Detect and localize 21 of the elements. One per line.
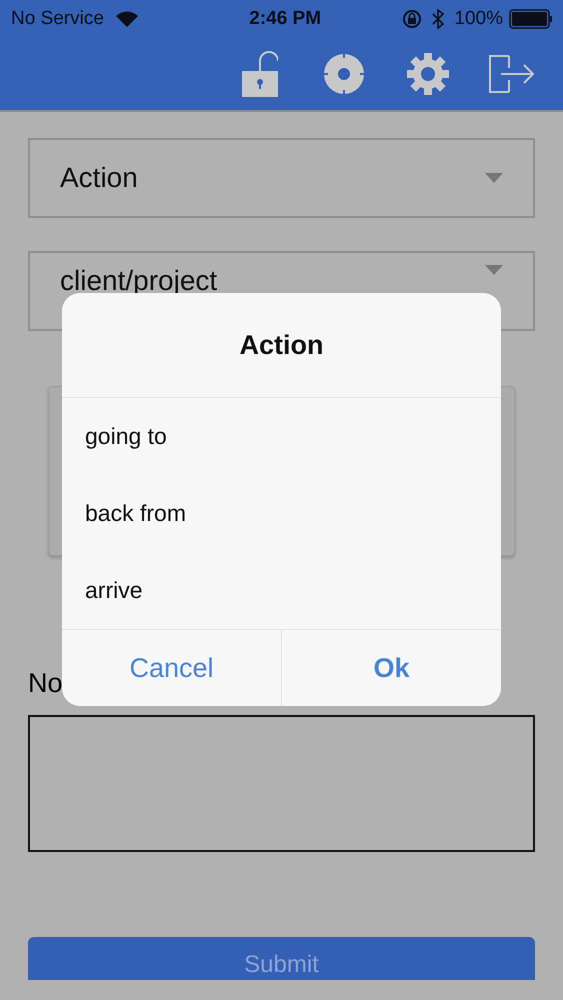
notes-label: No [28, 668, 63, 699]
dropdown-caret-icon [485, 173, 503, 183]
action-option[interactable]: back from [62, 475, 501, 552]
action-option[interactable]: arrive [62, 552, 501, 629]
clock-text: 2:46 PM [248, 8, 322, 30]
ok-button[interactable]: Ok [281, 630, 501, 706]
unlock-icon [242, 50, 278, 96]
action-option[interactable]: going to [62, 398, 501, 475]
carrier-text: No Service [11, 8, 104, 30]
action-select[interactable]: Action [28, 138, 535, 218]
battery-icon [509, 8, 553, 28]
orientation-lock-icon [402, 8, 422, 28]
battery-percent-text: 100% [454, 8, 503, 30]
dialog-title: Action [62, 293, 501, 398]
dropdown-caret-icon [485, 265, 503, 275]
bluetooth-icon [432, 8, 444, 28]
notes-field[interactable] [28, 715, 535, 852]
settings-icon [407, 52, 449, 94]
wifi-icon [116, 10, 138, 26]
cancel-button[interactable]: Cancel [62, 630, 281, 706]
logout-icon [489, 54, 535, 94]
